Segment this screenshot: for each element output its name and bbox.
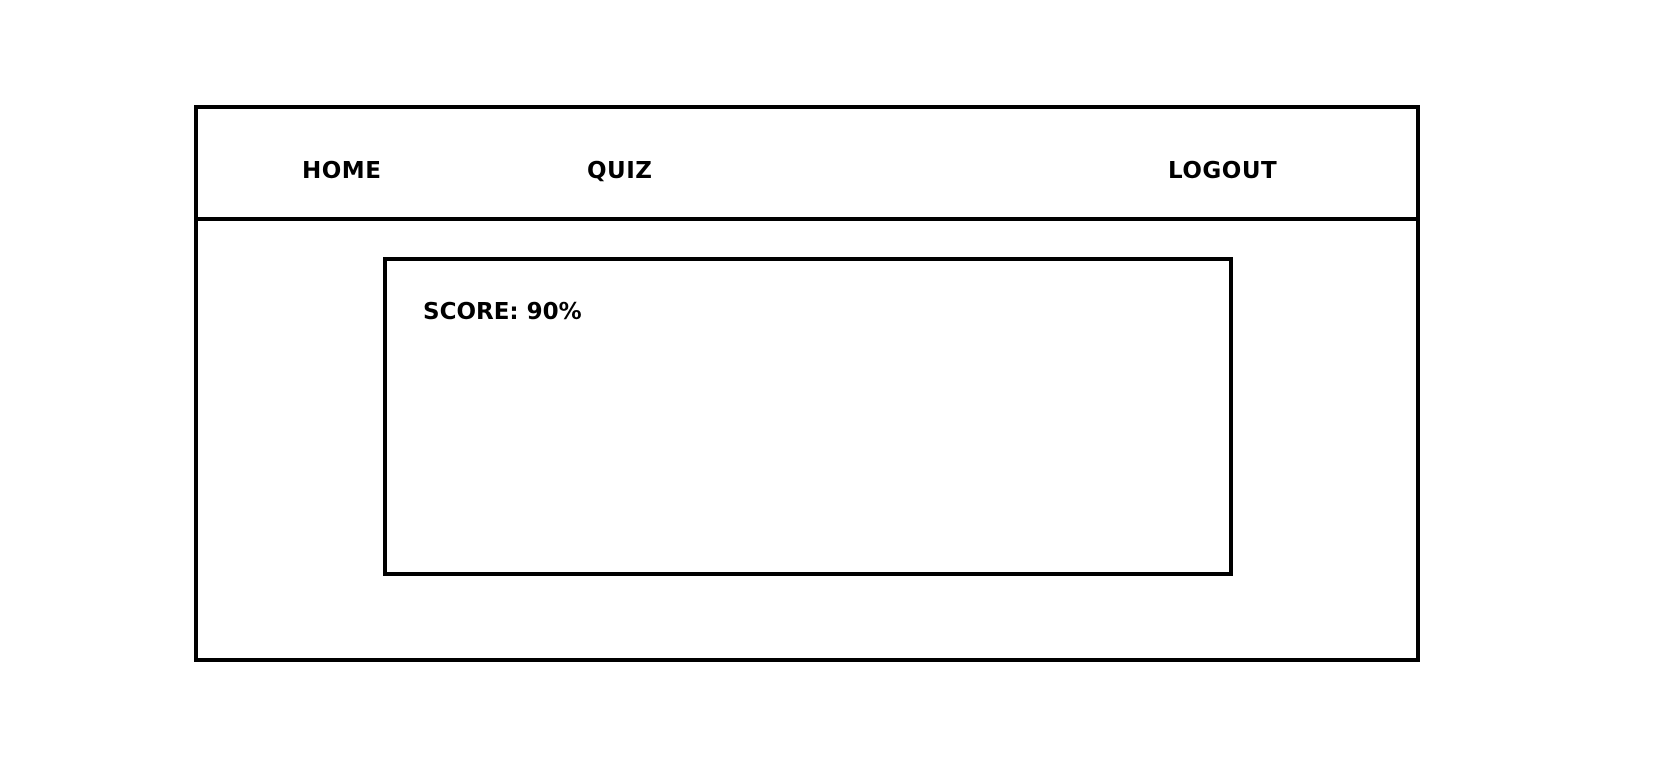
score-display: SCORE: 90% [423, 301, 582, 324]
app-window: HOME QUIZ LOGOUT SCORE: 90% [194, 105, 1420, 662]
nav-link-logout[interactable]: LOGOUT [1168, 160, 1277, 183]
nav-link-quiz[interactable]: QUIZ [587, 160, 652, 183]
score-label: SCORE: [423, 299, 519, 325]
nav-link-home[interactable]: HOME [302, 160, 381, 183]
score-panel: SCORE: 90% [383, 257, 1233, 576]
nav-divider [198, 217, 1416, 221]
top-navigation: HOME QUIZ LOGOUT [198, 109, 1416, 224]
score-value: 90% [526, 299, 582, 325]
